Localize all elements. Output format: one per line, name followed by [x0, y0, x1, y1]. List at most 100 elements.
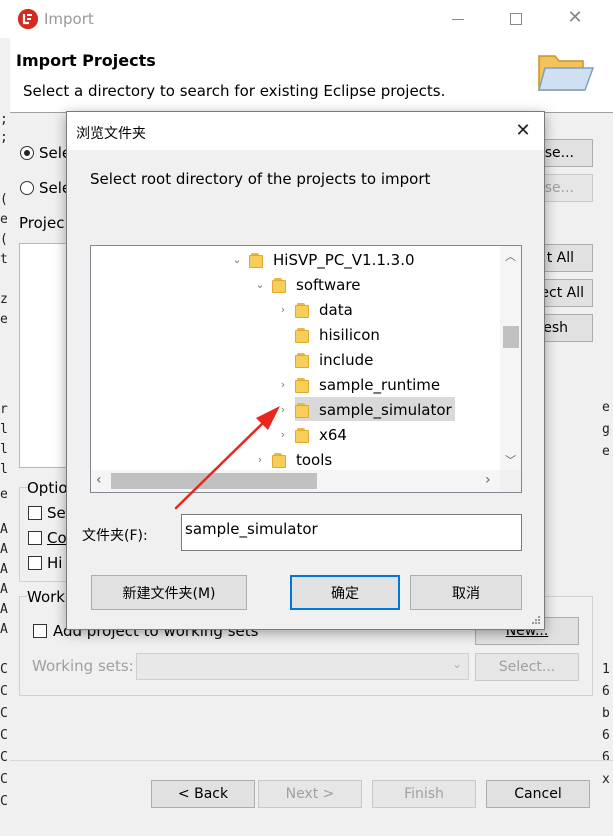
tree-item-label: hisilicon: [319, 325, 380, 344]
import-header: Import Projects Select a directory to se…: [10, 38, 613, 112]
left-background-fragments: ; ; ( e ( t z e r l l l e A A A A A A C …: [0, 112, 10, 812]
scroll-left-icon[interactable]: ‹: [96, 472, 102, 488]
fragment: l: [0, 462, 8, 477]
folder-field[interactable]: sample_simulator: [181, 514, 522, 551]
ok-button[interactable]: 确定: [290, 575, 400, 610]
scroll-right-icon[interactable]: ›: [485, 472, 491, 488]
chevron-right-icon[interactable]: ›: [277, 428, 289, 441]
fragment: C: [0, 750, 8, 765]
fragment: A: [0, 542, 8, 557]
tree-horizontal-scrollbar[interactable]: ‹ ›: [91, 470, 500, 492]
scroll-down-icon[interactable]: ﹀: [505, 452, 516, 468]
projects-list[interactable]: [19, 243, 69, 468]
chevron-right-icon[interactable]: ›: [277, 378, 289, 391]
dialog-cancel-button[interactable]: 取消: [410, 575, 522, 610]
fragment: (: [0, 232, 8, 247]
option-hide-existing-label: Hi: [47, 554, 63, 572]
finish-button[interactable]: Finish: [372, 780, 476, 808]
tree-item-label: software: [296, 275, 361, 294]
working-sets-group-label: Work: [27, 588, 67, 606]
working-sets-label: Working sets:: [32, 657, 134, 675]
eclipse-app-icon: [18, 9, 38, 29]
option-copy-projects-checkbox[interactable]: [28, 531, 42, 545]
tree-item-include[interactable]: include: [277, 347, 373, 372]
projects-label: Projec: [19, 214, 65, 232]
folder-icon: [295, 377, 309, 393]
import-header-title: Import Projects: [16, 51, 156, 70]
folder-icon: [295, 402, 309, 418]
close-icon[interactable]: ✕: [566, 8, 584, 28]
cancel-button[interactable]: Cancel: [486, 780, 590, 808]
folder-tree[interactable]: ⌄ HiSVP_PC_V1.1.3.0 ⌄ software › data hisil…: [90, 245, 522, 493]
fragment: l: [0, 442, 8, 457]
radio-archive-file[interactable]: [20, 181, 34, 195]
fragment: C: [0, 662, 8, 677]
working-sets-combo[interactable]: ⌄: [136, 653, 469, 680]
tree-item-x64[interactable]: › x64: [277, 422, 347, 447]
tree-item-data[interactable]: › data: [277, 297, 353, 322]
tree-item-label: sample_simulator: [319, 400, 452, 419]
minimize-icon[interactable]: [452, 19, 464, 20]
add-to-working-sets-checkbox[interactable]: [33, 624, 47, 638]
tree-item-sample-simulator[interactable]: › sample_simulator: [277, 397, 452, 422]
fragment: e: [0, 212, 8, 227]
fragment: r: [0, 402, 8, 417]
fragment: C: [0, 706, 8, 721]
right-background-fragments: e g e 1 6 b 6 6 x: [602, 400, 613, 800]
select-working-sets-button[interactable]: Select...: [475, 653, 579, 681]
option-search-nested-checkbox[interactable]: [28, 506, 42, 520]
maximize-icon[interactable]: [510, 13, 522, 25]
radio-root-directory[interactable]: [20, 146, 34, 160]
chevron-right-icon[interactable]: ›: [277, 303, 289, 316]
folder-field-value: sample_simulator: [185, 520, 318, 538]
folder-icon: [272, 452, 286, 468]
folder-field-label: 文件夹(F):: [82, 528, 148, 544]
tree-item-label: data: [319, 300, 353, 319]
tree-item-label: x64: [319, 425, 347, 444]
chevron-right-icon[interactable]: ›: [254, 453, 266, 466]
import-window-title: Import: [44, 10, 94, 28]
scroll-up-icon[interactable]: ︿: [505, 248, 516, 264]
fragment: C: [0, 684, 8, 699]
chevron-down-icon[interactable]: ⌄: [254, 278, 266, 291]
fragment: e: [0, 487, 8, 502]
dialog-close-icon[interactable]: ✕: [514, 121, 532, 141]
fragment: C: [0, 772, 8, 787]
dialog-instruction: Select root directory of the projects to…: [90, 170, 431, 188]
chevron-down-icon[interactable]: ⌄: [231, 253, 243, 266]
folder-wizard-icon: [535, 46, 595, 98]
fragment: l: [0, 422, 8, 437]
fragment: 6: [602, 728, 610, 743]
tree-item-sample-runtime[interactable]: › sample_runtime: [277, 372, 440, 397]
options-label: Optio: [27, 479, 70, 497]
fragment: ;: [0, 130, 8, 145]
chevron-right-icon[interactable]: ›: [277, 403, 289, 416]
fragment: A: [0, 622, 8, 637]
tree-item-tools[interactable]: › tools: [254, 447, 332, 472]
fragment: (: [0, 192, 8, 207]
tree-item-label: tools: [296, 450, 333, 469]
back-button[interactable]: < Back: [151, 780, 255, 808]
folder-icon: [249, 252, 263, 268]
tree-vertical-scrollbar[interactable]: ︿ ﹀: [500, 246, 521, 470]
chevron-down-icon: ⌄: [451, 657, 462, 671]
fragment: 6: [602, 750, 610, 765]
tree-item-software[interactable]: ⌄ software: [254, 272, 360, 297]
fragment: z: [0, 292, 8, 307]
scroll-corner: [500, 470, 521, 492]
new-folder-button[interactable]: 新建文件夹(M): [91, 575, 247, 610]
scroll-thumb-horizontal[interactable]: [111, 473, 317, 489]
tree-item-hisilicon[interactable]: hisilicon: [277, 322, 380, 347]
option-hide-existing-checkbox[interactable]: [28, 556, 42, 570]
resize-grip[interactable]: [529, 615, 541, 627]
fragment: A: [0, 522, 8, 537]
fragment: x: [602, 772, 610, 787]
folder-icon: [295, 427, 309, 443]
tree-item-hisvp[interactable]: ⌄ HiSVP_PC_V1.1.3.0: [231, 247, 414, 272]
browse-folder-dialog: 浏览文件夹 ✕ Select root directory of the pro…: [66, 111, 545, 630]
folder-icon: [272, 277, 286, 293]
scroll-thumb-vertical[interactable]: [503, 326, 519, 348]
next-button[interactable]: Next >: [258, 780, 362, 808]
